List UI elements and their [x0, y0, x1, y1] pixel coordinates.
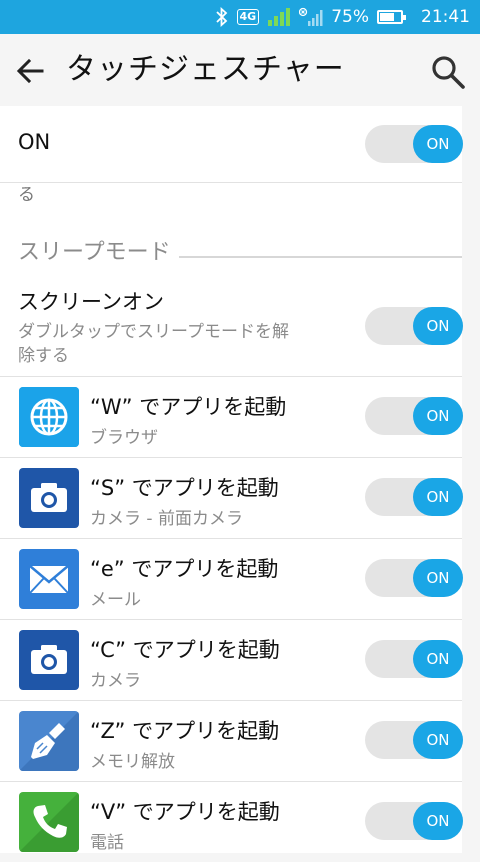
gesture-subtitle: 電話	[90, 833, 124, 853]
toggle-knob: ON	[413, 802, 463, 840]
settings-list: ON ON る スリープモード スクリーンオン ダブルタップでスリープモードを解…	[0, 106, 463, 853]
signal-4g-icon	[268, 8, 291, 26]
gesture-subtitle: メモリ解放	[90, 752, 175, 772]
toggle-knob: ON	[413, 125, 463, 163]
gesture-row-w[interactable]: “W” でアプリを起動 ブラウザ ON	[0, 377, 463, 458]
screen-on-subtitle: ダブルタップでスリープモードを解 除する	[18, 322, 289, 366]
gesture-row-s[interactable]: “S” でアプリを起動 カメラ - 前面カメラ ON	[0, 458, 463, 539]
status-bar: 4G 75% 21:41	[0, 0, 480, 34]
gesture-title: “S” でアプリを起動	[90, 476, 279, 500]
gesture-title: “W” でアプリを起動	[90, 395, 287, 419]
status-icons: 4G 75% 21:41	[215, 0, 470, 34]
gesture-subtitle: カメラ - 前面カメラ	[90, 509, 243, 529]
gesture-subtitle: ブラウザ	[90, 428, 158, 448]
mail-icon	[19, 549, 79, 609]
battery-percent: 75%	[331, 7, 369, 27]
gesture-toggle[interactable]: ON	[365, 478, 463, 516]
globe-icon	[19, 387, 79, 447]
toggle-knob: ON	[413, 721, 463, 759]
gesture-title: “e” でアプリを起動	[90, 557, 279, 581]
gesture-toggle[interactable]: ON	[365, 721, 463, 759]
gesture-row-c[interactable]: “C” でアプリを起動 カメラ ON	[0, 620, 463, 701]
network-type: 4G	[236, 9, 260, 25]
toggle-knob: ON	[413, 397, 463, 435]
gesture-row-z[interactable]: “Z” でアプリを起動 メモリ解放 ON	[0, 701, 463, 782]
gesture-toggle[interactable]: ON	[365, 640, 463, 678]
toggle-knob: ON	[413, 559, 463, 597]
toggle-knob: ON	[413, 478, 463, 516]
battery-icon	[377, 10, 406, 24]
camera-icon	[19, 468, 79, 528]
gesture-row-e[interactable]: “e” でアプリを起動 メール ON	[0, 539, 463, 620]
back-arrow-icon[interactable]	[14, 54, 48, 88]
phone-icon	[19, 792, 79, 852]
camera-icon	[19, 630, 79, 690]
master-toggle[interactable]: ON	[365, 125, 463, 163]
signal-icon	[299, 7, 323, 26]
gesture-title: “Z” でアプリを起動	[90, 719, 280, 743]
gesture-toggle[interactable]: ON	[365, 559, 463, 597]
broom-icon	[19, 711, 79, 771]
partial-text: る	[18, 185, 35, 205]
app-bar: タッチジェスチャー	[0, 34, 480, 106]
page-title: タッチジェスチャー	[66, 52, 345, 87]
master-switch-label: ON	[18, 130, 51, 154]
section-header: スリープモード	[18, 232, 462, 268]
gesture-row-v[interactable]: “V” でアプリを起動 電話 ON	[0, 782, 463, 862]
screen-on-row[interactable]: スクリーンオン ダブルタップでスリープモードを解 除する ON	[0, 276, 463, 377]
toggle-knob: ON	[413, 307, 463, 345]
screen-on-toggle[interactable]: ON	[365, 307, 463, 345]
screen-on-title: スクリーンオン	[18, 290, 164, 314]
master-switch-row[interactable]: ON ON	[0, 106, 463, 183]
gesture-title: “C” でアプリを起動	[90, 638, 280, 662]
gesture-toggle[interactable]: ON	[365, 397, 463, 435]
search-icon[interactable]	[430, 54, 466, 90]
section-divider	[178, 256, 462, 258]
toggle-knob: ON	[413, 640, 463, 678]
gesture-toggle[interactable]: ON	[365, 802, 463, 840]
section-title: スリープモード	[18, 240, 171, 265]
gesture-subtitle: メール	[90, 590, 141, 610]
bluetooth-icon	[215, 7, 227, 27]
gesture-title: “V” でアプリを起動	[90, 800, 280, 824]
gesture-subtitle: カメラ	[90, 671, 141, 691]
clock: 21:41	[421, 7, 470, 27]
